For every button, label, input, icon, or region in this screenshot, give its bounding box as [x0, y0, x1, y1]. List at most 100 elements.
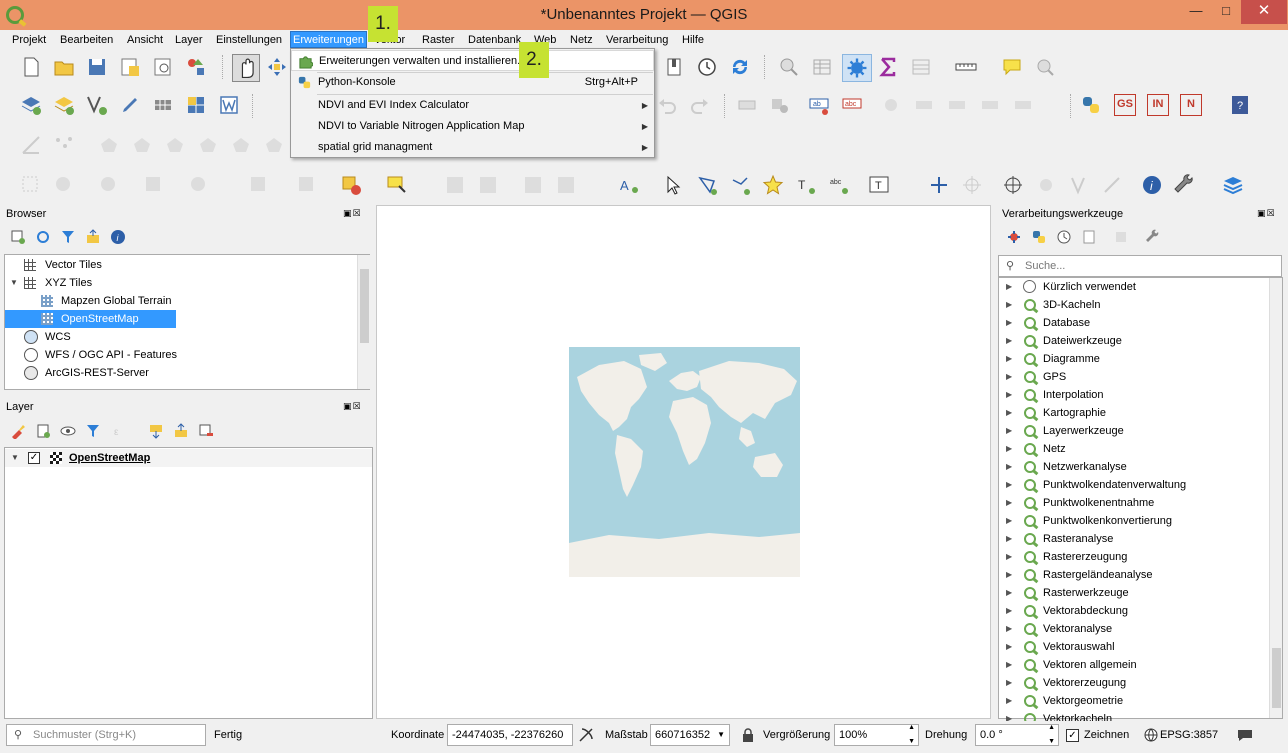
- rotate-label-icon[interactable]: [979, 94, 1001, 116]
- history-icon[interactable]: [1056, 229, 1072, 245]
- processing-group[interactable]: ▶ GPS: [999, 368, 1269, 386]
- add-raster-layer-icon[interactable]: [53, 94, 75, 116]
- conditional-style-icon[interactable]: [522, 174, 544, 196]
- new-project-icon[interactable]: [20, 56, 42, 78]
- add-vector-layer-icon[interactable]: [20, 94, 42, 116]
- select-annotation-icon[interactable]: [663, 174, 685, 196]
- expand-arrow-icon[interactable]: ▶: [1006, 512, 1012, 530]
- text-annotation-icon[interactable]: A: [618, 174, 640, 196]
- open-styling-icon[interactable]: [10, 423, 26, 439]
- add-ring-icon[interactable]: [131, 134, 153, 156]
- manage-visibility-icon[interactable]: [60, 423, 76, 439]
- help-book-icon[interactable]: ?: [1229, 94, 1251, 116]
- map-tips-icon[interactable]: [1001, 56, 1023, 78]
- add-mesh-layer-icon[interactable]: [152, 94, 174, 116]
- show-hide-labels-icon[interactable]: [913, 94, 935, 116]
- field-calculator-icon[interactable]: [444, 174, 466, 196]
- browser-item-mapzen[interactable]: Mapzen Global Terrain: [5, 292, 357, 310]
- coordinate-capture-icon[interactable]: [928, 174, 950, 196]
- expand-arrow-icon[interactable]: ▶: [1006, 404, 1012, 422]
- label-layer-icon[interactable]: ab: [808, 94, 830, 116]
- results-viewer-icon[interactable]: [1081, 229, 1097, 245]
- deselect-icon[interactable]: [248, 174, 270, 196]
- diagram-tool-icon[interactable]: [769, 94, 791, 116]
- plugin-in-button[interactable]: IN: [1147, 94, 1169, 116]
- pan-map-icon[interactable]: [232, 54, 260, 82]
- expand-arrow-icon[interactable]: ▶: [1006, 314, 1012, 332]
- select-feature-icon[interactable]: [20, 174, 42, 196]
- processing-group[interactable]: ▶ Vektoranalyse: [999, 620, 1269, 638]
- menu-layer[interactable]: Layer: [173, 32, 205, 48]
- expand-arrow-icon[interactable]: ▶: [1006, 656, 1012, 674]
- expand-arrow-icon[interactable]: ▼: [11, 449, 19, 467]
- processing-tree[interactable]: ▶ Kürzlich verwendet ▶ 3D-Kacheln ▶ Databas…: [998, 277, 1283, 725]
- python-scripts-icon[interactable]: [1031, 229, 1047, 245]
- add-point-icon[interactable]: [53, 134, 75, 156]
- expand-arrow-icon[interactable]: ▶: [1006, 386, 1012, 404]
- layer-dock-buttons[interactable]: ▣☒: [343, 401, 362, 412]
- select-location-icon[interactable]: [385, 174, 407, 196]
- processing-group[interactable]: ▶ Layerwerkzeuge: [999, 422, 1269, 440]
- pan-to-selection-icon[interactable]: [266, 56, 288, 78]
- info-icon[interactable]: i: [1141, 174, 1163, 196]
- menu-item-ndvi-evi[interactable]: NDVI and EVI Index Calculator ▶: [291, 95, 654, 116]
- expand-arrow-icon[interactable]: ▶: [1006, 368, 1012, 386]
- menu-item-python-console[interactable]: Python-Konsole Strg+Alt+P: [291, 72, 654, 93]
- browser-scrollbar[interactable]: [357, 255, 370, 389]
- processing-search-input[interactable]: ⚲ Suche...: [998, 255, 1282, 277]
- menu-raster[interactable]: Raster: [420, 32, 456, 48]
- invert-selection-icon[interactable]: [188, 174, 210, 196]
- processing-group[interactable]: ▶ Interpolation: [999, 386, 1269, 404]
- georeferencer-icon[interactable]: [1002, 174, 1024, 196]
- text-box-icon[interactable]: T: [868, 174, 890, 196]
- spin-arrows-icon[interactable]: ▲ ▼: [908, 725, 915, 745]
- marker-annotation-icon[interactable]: [762, 174, 784, 196]
- measure-line-icon[interactable]: [955, 56, 977, 78]
- topology-checker-icon[interactable]: [1035, 174, 1057, 196]
- reshape-icon[interactable]: [263, 134, 285, 156]
- point-text-annotation-icon[interactable]: T: [795, 174, 817, 196]
- save-project-icon[interactable]: [86, 56, 108, 78]
- line-text-annotation-icon[interactable]: abc: [828, 174, 850, 196]
- browser-item-wfs[interactable]: WFS / OGC API - Features: [5, 346, 357, 364]
- browser-item-xyz-tiles[interactable]: ▼ XYZ Tiles: [5, 274, 357, 292]
- crs-label[interactable]: EPSG:3857: [1160, 729, 1218, 741]
- browser-properties-icon[interactable]: i: [110, 229, 126, 245]
- processing-group[interactable]: ▶ Punktwolkenkonvertierung: [999, 512, 1269, 530]
- lock-icon[interactable]: [740, 727, 756, 743]
- add-group-icon[interactable]: [35, 423, 51, 439]
- deselect-layer-icon[interactable]: [340, 174, 362, 196]
- collapse-all-icon[interactable]: [85, 229, 101, 245]
- browser-item-wcs[interactable]: WCS: [5, 328, 357, 346]
- browser-item-vector-tiles[interactable]: Vector Tiles: [5, 256, 357, 274]
- processing-group[interactable]: ▶ Diagramme: [999, 350, 1269, 368]
- python-console-icon[interactable]: [1080, 94, 1102, 116]
- gps-crosshair-icon[interactable]: [961, 174, 983, 196]
- wrench-tool-icon[interactable]: [1174, 174, 1196, 196]
- annotation-icon[interactable]: [555, 174, 577, 196]
- processing-group[interactable]: ▶ Rasteranalyse: [999, 530, 1269, 548]
- map-canvas[interactable]: [376, 205, 991, 719]
- locator-search-input[interactable]: ⚲ Suchmuster (Strg+K): [6, 724, 206, 746]
- expand-arrow-icon[interactable]: ▶: [1006, 440, 1012, 458]
- bookmark-icon[interactable]: [663, 56, 685, 78]
- table-tool-icon[interactable]: [910, 56, 932, 78]
- expand-arrow-icon[interactable]: ▶: [1006, 476, 1012, 494]
- delete-ring-icon[interactable]: [197, 134, 219, 156]
- label-tool-icon[interactable]: [736, 94, 758, 116]
- add-wfs-layer-icon[interactable]: [218, 94, 240, 116]
- close-button[interactable]: ✕: [1241, 0, 1287, 24]
- processing-group[interactable]: ▶ Vektorerzeugung: [999, 674, 1269, 692]
- minimize-button[interactable]: —: [1181, 0, 1211, 24]
- menu-item-spatial-grid[interactable]: spatial grid managment ▶: [291, 137, 654, 158]
- temporal-clock-icon[interactable]: [696, 56, 718, 78]
- browser-item-openstreetmap[interactable]: OpenStreetMap: [5, 310, 176, 328]
- expand-arrow-icon[interactable]: ▶: [1006, 332, 1012, 350]
- rotation-spinbox[interactable]: 0.0 ° ▲ ▼: [975, 724, 1059, 746]
- delete-part-icon[interactable]: [230, 134, 252, 156]
- browser-dock-buttons[interactable]: ▣☒: [343, 208, 362, 219]
- processing-group[interactable]: ▶ Kartographie: [999, 404, 1269, 422]
- layer-item-openstreetmap[interactable]: ▼ ✓ OpenStreetMap: [5, 449, 372, 467]
- expand-arrow-icon[interactable]: ▶: [1006, 458, 1012, 476]
- collapse-all-layers-icon[interactable]: [173, 423, 189, 439]
